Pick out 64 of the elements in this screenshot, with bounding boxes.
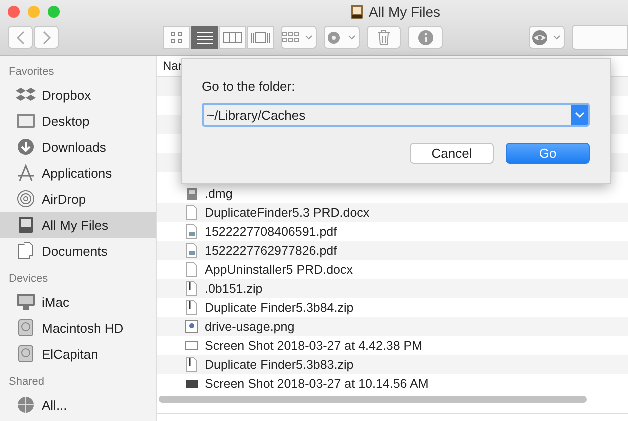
cancel-button[interactable]: Cancel: [410, 143, 494, 164]
file-name: 1522227708406591.pdf: [205, 224, 338, 238]
zoom-button[interactable]: [48, 6, 60, 18]
gear-button[interactable]: [324, 26, 360, 49]
info-icon: [418, 30, 434, 46]
chevron-left-icon: [16, 30, 26, 44]
file-name: 1522227762977826.pdf: [205, 244, 338, 258]
dropbox-icon: [16, 86, 36, 104]
file-name: Screen Shot 2018-03-27 at 10.14.56 AM: [205, 376, 429, 390]
tray-icon: [16, 216, 36, 234]
cover-view-button[interactable]: [247, 26, 274, 49]
cover-view-icon: [250, 30, 272, 44]
sidebar-item[interactable]: Macintosh HD: [0, 315, 156, 341]
globe-icon: [16, 396, 36, 414]
columns-view-button[interactable]: [219, 26, 246, 49]
file-name: .0b151.zip: [205, 282, 263, 296]
file-name: Duplicate Finder5.3b84.zip: [205, 300, 354, 314]
minimize-button[interactable]: [28, 6, 40, 18]
tray-icon: [350, 4, 364, 20]
icons-view-button[interactable]: [163, 26, 190, 49]
sidebar-item[interactable]: Applications: [0, 160, 156, 186]
file-name: .dmg: [205, 186, 233, 200]
scrollbar-thumb[interactable]: [159, 396, 587, 403]
sidebar-item[interactable]: Downloads: [0, 134, 156, 160]
dialog-label: Go to the folder:: [202, 79, 296, 94]
list-view-button[interactable]: [191, 26, 218, 49]
sidebar-heading: Shared: [8, 375, 46, 390]
disk-image-icon: [185, 186, 199, 202]
file-name: Screen Shot 2018-03-27 at 4.42.38 PM: [205, 338, 423, 352]
sidebar-item[interactable]: All...: [0, 392, 156, 418]
search-field[interactable]: [572, 25, 628, 50]
hard-drive-icon: [16, 345, 36, 363]
sidebar-item[interactable]: Desktop: [0, 108, 156, 134]
sidebar-item[interactable]: All My Files: [0, 212, 156, 238]
sidebar-item[interactable]: Documents: [0, 238, 156, 264]
documents-icon: [16, 242, 36, 260]
trash-button[interactable]: [367, 26, 402, 49]
arrange-button[interactable]: [281, 26, 317, 49]
sidebar-item[interactable]: iMac: [0, 289, 156, 315]
sidebar-heading: Devices: [8, 272, 50, 287]
eye-button[interactable]: [528, 26, 565, 49]
applications-icon: [16, 164, 36, 182]
back-button[interactable]: [8, 26, 33, 49]
sidebar-item[interactable]: Dropbox: [0, 82, 156, 108]
hard-drive-icon: [16, 319, 36, 337]
download-icon: [16, 138, 36, 156]
desktop-icon: [16, 112, 36, 130]
close-button[interactable]: [8, 6, 20, 18]
sidebar-item[interactable]: AirDrop: [0, 186, 156, 212]
file-name: Duplicate Finder5.3b83.zip: [205, 358, 354, 372]
columns-view-icon: [222, 30, 244, 44]
monitor-icon: [16, 293, 36, 311]
file-name: DuplicateFinder5.3 PRD.docx: [205, 206, 370, 220]
column-header[interactable]: Nar: [163, 59, 182, 73]
trash-icon: [377, 30, 392, 46]
sidebar-heading: Favorites: [8, 65, 56, 80]
chevron-right-icon: [42, 30, 52, 44]
forward-button[interactable]: [34, 26, 59, 49]
airdrop-icon: [16, 190, 36, 208]
info-button[interactable]: [408, 26, 443, 49]
sidebar-item[interactable]: ElCapitan: [0, 341, 156, 367]
file-name: AppUninstaller5 PRD.docx: [205, 262, 353, 276]
file-name: drive-usage.png: [205, 320, 295, 334]
window-title: All My Files: [369, 4, 441, 20]
